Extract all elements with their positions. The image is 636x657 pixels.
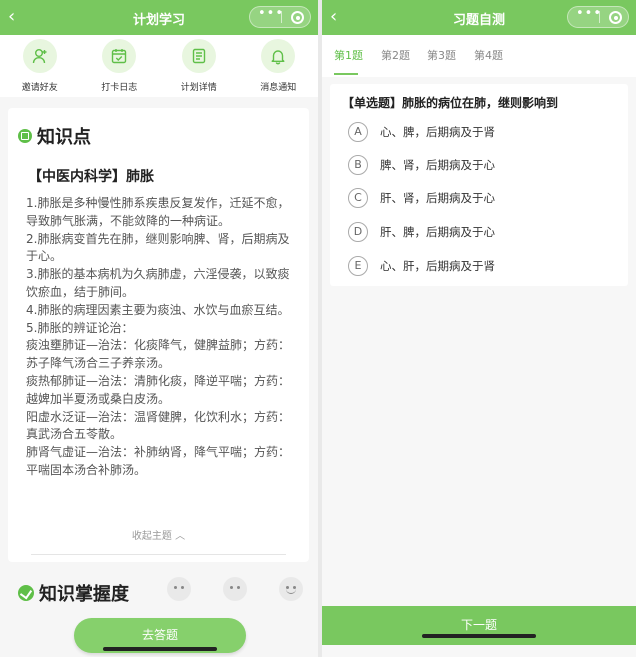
capsule-divider (281, 11, 282, 23)
section-title-text: 知识点 (37, 127, 91, 148)
smile-face-icon[interactable] (279, 577, 303, 601)
self-test-screen: ‹ 习题自测 ••• 第1题 第2题 第3题 第4题 【单选题】肺胀的病位在肺，… (322, 0, 636, 657)
tab-question-3[interactable]: 第3题 (427, 47, 456, 63)
knowledge-line: 2.肺胀病变首先在肺，继则影响脾、肾，后期病及于心。 (26, 231, 290, 264)
option-text: 肝、脾，后期病及于心 (380, 225, 495, 239)
knowledge-line: 痰浊壅肺证—治法：化痰降气，健脾益肺；方药：苏子降气汤合三子养亲汤。 (26, 338, 291, 371)
knowledge-line: 痰热郁肺证—治法：清肺化痰，降逆平喘；方药：越婢加半夏汤或桑白皮汤。 (26, 373, 291, 406)
close-target-icon[interactable] (291, 11, 304, 24)
option-d[interactable]: D 肝、脾，后期病及于心 (348, 222, 495, 242)
knowledge-line: 阳虚水泛证—治法：温肾健脾，化饮利水；方药：真武汤合五苓散。 (26, 409, 291, 442)
mastery-section-title: 知识掌握度 (18, 580, 129, 606)
option-a[interactable]: A 心、脾，后期病及于肾 (348, 122, 495, 142)
user-plus-icon (22, 39, 57, 73)
knowledge-card: 知识点 【中医内科学】肺胀 1.肺胀是多种慢性肺系疾患反复发作，迁延不愈，导致肺… (8, 108, 309, 562)
option-c[interactable]: C 肝、肾，后期病及于心 (348, 188, 495, 208)
option-letter: D (348, 222, 368, 242)
mini-program-capsule: ••• (249, 6, 311, 28)
quick-action-plan-detail[interactable]: 计划详情 (159, 35, 239, 97)
nav-bar: ‹ 计划学习 ••• (0, 0, 318, 35)
knowledge-icon (18, 129, 32, 143)
close-target-icon[interactable] (609, 11, 622, 24)
capsule-divider (599, 11, 600, 23)
tab-question-1[interactable]: 第1题 (334, 47, 363, 63)
document-icon (181, 39, 216, 73)
active-tab-indicator (334, 73, 358, 75)
home-indicator (422, 634, 536, 638)
quick-action-label: 消息通知 (260, 83, 297, 93)
knowledge-line: 5.肺胀的辨证论治： (26, 320, 134, 335)
option-text: 心、肝，后期病及于肾 (380, 259, 495, 273)
option-b[interactable]: B 脾、肾，后期病及于心 (348, 155, 495, 175)
knowledge-content: 1.肺胀是多种慢性肺系疾患反复发作，迁延不愈，导致肺气胀满，不能敛降的一种病证。… (26, 195, 298, 480)
study-plan-screen: ‹ 计划学习 ••• 邀请好友 打卡日志 计划详情 消息通知 知识点 【中医内科… (0, 0, 318, 657)
option-letter: E (348, 256, 368, 276)
quick-action-label: 打卡日志 (101, 83, 138, 93)
tab-question-4[interactable]: 第4题 (474, 47, 503, 63)
option-letter: A (348, 122, 368, 142)
question-text: 【单选题】肺胀的病位在肺，继则影响到 (342, 96, 559, 110)
knowledge-line: 肺肾气虚证—治法：补肺纳肾，降气平喘；方药：平喘固本汤合补肺汤。 (26, 445, 291, 477)
mastery-title-text: 知识掌握度 (39, 584, 129, 605)
divider (31, 554, 286, 555)
home-indicator (103, 647, 217, 651)
quick-action-label: 计划详情 (180, 83, 217, 93)
knowledge-subtitle: 【中医内科学】肺胀 (28, 169, 154, 185)
check-circle-icon (18, 585, 34, 601)
question-tabs: 第1题 第2题 第3题 第4题 (322, 35, 636, 77)
calendar-check-icon (102, 39, 137, 73)
neutral-face-icon[interactable] (223, 577, 247, 601)
question-card: 【单选题】肺胀的病位在肺，继则影响到 A 心、脾，后期病及于肾 B 脾、肾，后期… (330, 84, 628, 286)
quick-actions: 邀请好友 打卡日志 计划详情 消息通知 (0, 35, 318, 97)
option-letter: B (348, 155, 368, 175)
tab-question-2[interactable]: 第2题 (381, 47, 410, 63)
quick-action-invite[interactable]: 邀请好友 (0, 35, 80, 97)
option-text: 肝、肾，后期病及于心 (380, 191, 495, 205)
knowledge-line: 3.肺胀的基本病机为久病肺虚，六淫侵袭，以致痰饮瘀血，结于肺间。 (26, 267, 290, 299)
knowledge-line: 1.肺胀是多种慢性肺系疾患反复发作，迁延不愈，导致肺气胀满，不能敛降的一种病证。 (26, 196, 290, 228)
neutral-face-icon[interactable] (167, 577, 191, 601)
collapse-topic-link[interactable]: 收起主题 ︿ (8, 527, 309, 542)
option-text: 脾、肾，后期病及于心 (380, 158, 495, 172)
option-text: 心、脾，后期病及于肾 (380, 125, 495, 139)
quick-action-notifications[interactable]: 消息通知 (239, 35, 319, 97)
option-letter: C (348, 188, 368, 208)
knowledge-section-title: 知识点 (18, 123, 91, 149)
nav-bar: ‹ 习题自测 ••• (322, 0, 636, 35)
quick-action-label: 邀请好友 (21, 83, 58, 93)
knowledge-line: 4.肺胀的病理因素主要为痰浊、水饮与血瘀互结。 (26, 302, 290, 317)
mini-program-capsule: ••• (567, 6, 629, 28)
quick-action-checkin-log[interactable]: 打卡日志 (80, 35, 160, 97)
bell-icon (261, 39, 296, 73)
next-question-button[interactable]: 下一题 (322, 606, 636, 645)
option-e[interactable]: E 心、肝，后期病及于肾 (348, 256, 495, 276)
